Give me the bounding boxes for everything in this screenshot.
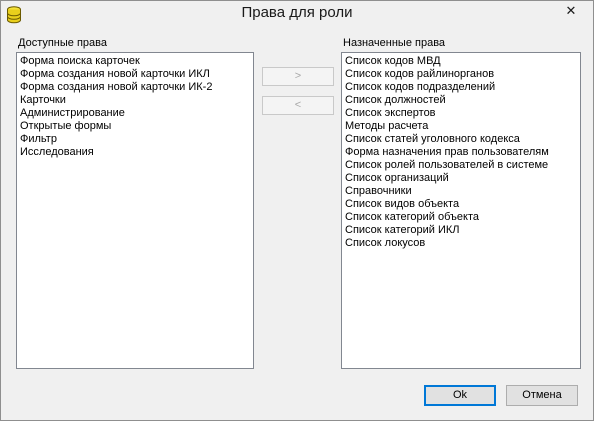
assigned-rights-list[interactable]: Список кодов МВД Список кодов райлинорган… [341, 52, 581, 369]
cancel-button[interactable]: Отмена [506, 385, 578, 406]
list-item[interactable]: Фильтр [20, 133, 250, 146]
title-bar[interactable]: Права для роли ✕ [1, 1, 593, 29]
list-item[interactable]: Список экспертов [345, 107, 577, 120]
list-item[interactable]: Список видов объекта [345, 198, 577, 211]
close-button[interactable]: ✕ [549, 1, 593, 21]
add-right-button[interactable]: > [262, 67, 334, 86]
list-item[interactable]: Список категорий ИКЛ [345, 224, 577, 237]
dialog-body: Доступные права Форма поиска карточек Фор… [9, 31, 586, 413]
list-item[interactable]: Исследования [20, 146, 250, 159]
list-item[interactable]: Администрирование [20, 107, 250, 120]
ok-button[interactable]: Ok [424, 385, 496, 406]
list-item[interactable]: Форма создания новой карточки ИК-2 [20, 81, 250, 94]
list-item[interactable]: Список кодов райлинорганов [345, 68, 577, 81]
remove-right-button[interactable]: < [262, 96, 334, 115]
list-item[interactable]: Список кодов МВД [345, 55, 577, 68]
list-item[interactable]: Список статей уголовного кодекса [345, 133, 577, 146]
role-rights-dialog: Права для роли ✕ Доступные права Форма п… [0, 0, 594, 421]
available-rights-label: Доступные права [18, 37, 107, 49]
list-item[interactable]: Справочники [345, 185, 577, 198]
list-item[interactable]: Список локусов [345, 237, 577, 250]
list-item[interactable]: Методы расчета [345, 120, 577, 133]
available-rights-list[interactable]: Форма поиска карточек Форма создания ново… [16, 52, 254, 369]
assigned-rights-label: Назначенные права [343, 37, 446, 49]
list-item[interactable]: Список ролей пользователей в системе [345, 159, 577, 172]
list-item[interactable]: Форма поиска карточек [20, 55, 250, 68]
list-item[interactable]: Список должностей [345, 94, 577, 107]
window-title: Права для роли [241, 4, 353, 21]
list-item[interactable]: Список категорий объекта [345, 211, 577, 224]
close-icon: ✕ [565, 3, 577, 18]
list-item[interactable]: Список организаций [345, 172, 577, 185]
list-item[interactable]: Форма назначения прав пользователям [345, 146, 577, 159]
list-item[interactable]: Открытые формы [20, 120, 250, 133]
list-item[interactable]: Форма создания новой карточки ИКЛ [20, 68, 250, 81]
list-item[interactable]: Список кодов подразделений [345, 81, 577, 94]
list-item[interactable]: Карточки [20, 94, 250, 107]
